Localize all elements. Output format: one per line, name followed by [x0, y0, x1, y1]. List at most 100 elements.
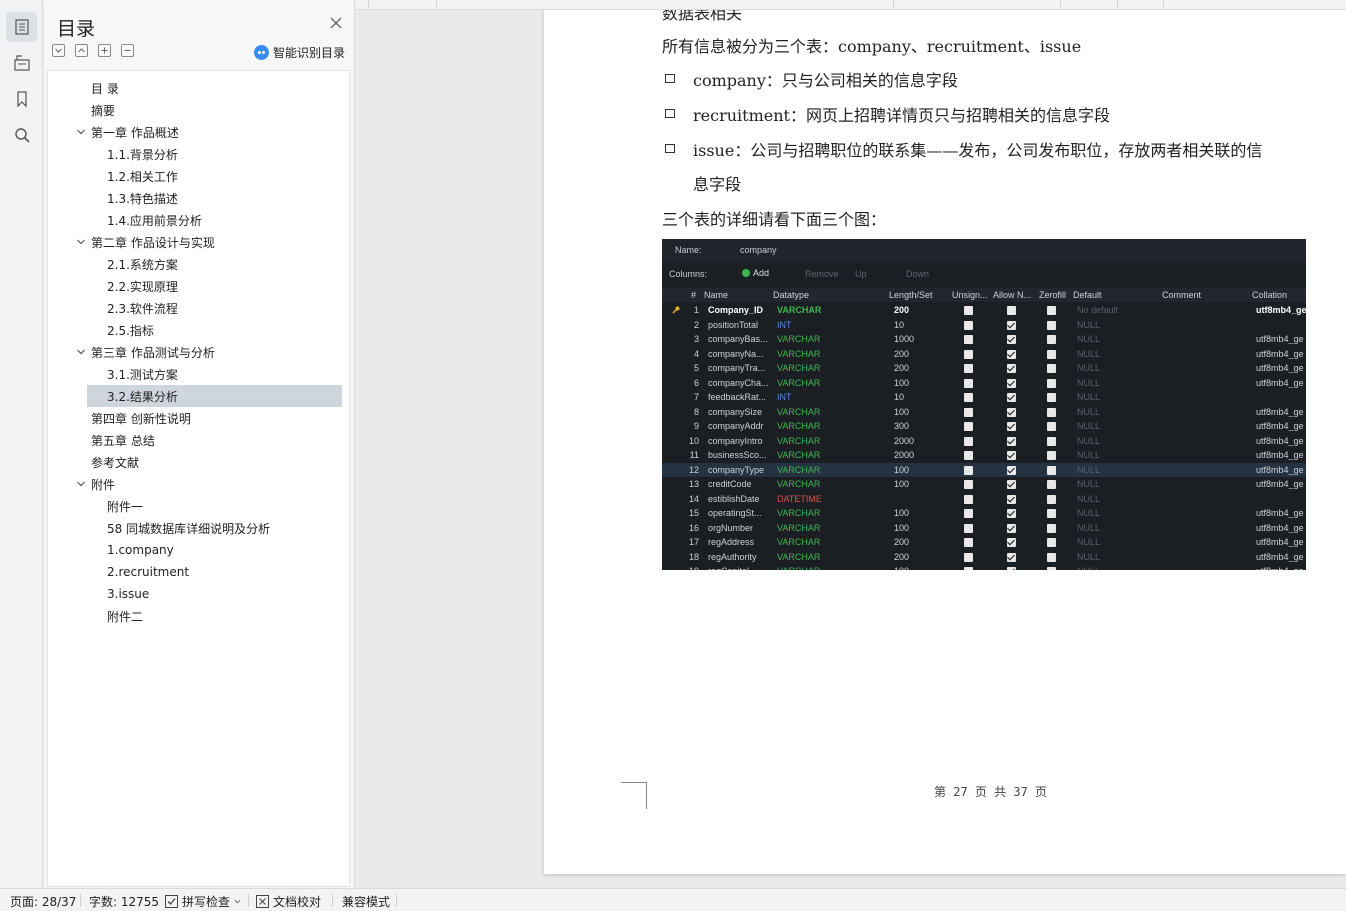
word-count[interactable]: 字数: 12755: [89, 893, 159, 910]
toc-item[interactable]: 1.2.相关工作: [48, 165, 348, 187]
bullet-square-icon: [665, 144, 675, 153]
toc-item[interactable]: 1.1.背景分析: [48, 143, 348, 165]
bullet-square-icon: [665, 74, 675, 83]
toc-item[interactable]: 第三章 作品测试与分析: [48, 341, 348, 363]
collapse-down-icon[interactable]: [52, 44, 65, 57]
db-cell-name: regAuthority: [708, 551, 757, 562]
primary-key-icon: [672, 306, 680, 314]
db-header: Default: [1073, 290, 1102, 300]
db-up-button: Up: [855, 269, 867, 279]
toc-item[interactable]: 摘要: [48, 99, 348, 121]
smart-toc-button[interactable]: 智能识别目录: [254, 44, 345, 61]
toc-item[interactable]: 1.4.应用前景分析: [48, 209, 348, 231]
chevron-down-icon: [234, 899, 241, 904]
collapse-minus-icon[interactable]: [121, 44, 134, 57]
search-icon[interactable]: [6, 120, 37, 150]
db-add-button: Add: [742, 268, 769, 278]
checkbox-checked-icon: [1007, 393, 1016, 402]
checkbox-icon: [964, 465, 973, 475]
toc-item[interactable]: 3.1.测试方案: [48, 363, 348, 385]
toc-item-label: 58 同城数据库详细说明及分析: [107, 521, 271, 536]
checkbox-icon: [964, 378, 973, 388]
toc-item[interactable]: 附件: [48, 473, 348, 495]
toc-item[interactable]: 2.recruitment: [48, 561, 348, 583]
toc-title: 目录: [57, 18, 96, 40]
db-table-row: 14 estiblishDate DATETIME NULL: [662, 492, 1306, 507]
toc-item[interactable]: 2.1.系统方案: [48, 253, 348, 275]
chevron-down-icon[interactable]: [76, 237, 86, 247]
db-table-row: 8 companySize VARCHAR 100 NULL utf8mb4_ge: [662, 405, 1306, 420]
toc-item[interactable]: 附件一: [48, 495, 348, 517]
toc-item[interactable]: 1.company: [48, 539, 348, 561]
toc-item[interactable]: 第一章 作品概述: [48, 121, 348, 143]
toc-item[interactable]: 3.issue: [48, 583, 348, 605]
bookmark-icon[interactable]: [6, 84, 37, 114]
spell-check-button[interactable]: 拼写检查: [165, 893, 241, 910]
db-cell-type: INT: [777, 392, 792, 402]
toc-item-label: 1.4.应用前景分析: [107, 213, 202, 228]
db-cell-name: companyBas...: [708, 334, 768, 344]
db-cell-index: 5: [693, 363, 699, 373]
toc-list: 目 录摘要 第一章 作品概述 1.1.背景分析 1.2.相关工作 1.3.特色描述 1.4…: [47, 70, 350, 887]
checkbox-icon: [1047, 407, 1056, 417]
db-table-row: 2 positionTotal INT 10 NULL: [662, 318, 1306, 333]
db-cell-length: 200: [894, 363, 910, 373]
db-cell-index: 12: [688, 464, 699, 475]
checkbox-checked-icon: [1007, 509, 1016, 518]
toc-item[interactable]: 第二章 作品设计与实现: [48, 231, 348, 253]
db-cell-name: estiblishDate: [708, 493, 760, 504]
db-table-row: 10 companyIntro VARCHAR 2000 NULL utf8mb4_ge: [662, 434, 1306, 449]
toc-item[interactable]: 2.2.实现原理: [48, 275, 348, 297]
db-remove-button: Remove: [805, 269, 839, 279]
close-icon[interactable]: [329, 16, 343, 30]
db-cell-index: 7: [693, 392, 699, 402]
chevron-down-icon[interactable]: [76, 127, 86, 137]
toc-item[interactable]: 目 录: [48, 77, 348, 99]
checkbox-checked-icon: [1007, 552, 1016, 562]
chevron-down-icon[interactable]: [76, 479, 86, 489]
toc-item[interactable]: 附件二: [48, 605, 348, 627]
toc-icon[interactable]: [6, 12, 37, 42]
db-cell-type: VARCHAR: [777, 479, 821, 489]
db-header: Unsign...: [952, 290, 988, 300]
toc-item[interactable]: 58 同城数据库详细说明及分析: [48, 517, 348, 539]
toc-item[interactable]: 参考文献: [48, 451, 348, 473]
compat-mode[interactable]: 兼容模式: [342, 893, 390, 910]
checkbox-icon: [964, 567, 973, 570]
bullet-company: company：只与公司相关的信息字段: [693, 71, 958, 90]
db-table-row: 9 companyAddr VARCHAR 300 NULL utf8mb4_ge: [662, 419, 1306, 434]
db-cell-name: operatingSt...: [708, 508, 762, 518]
db-cell-name: regAddress: [708, 537, 755, 547]
expand-plus-icon[interactable]: [98, 44, 111, 57]
db-cell-default: NULL: [1077, 450, 1101, 460]
toc-item[interactable]: 2.5.指标: [48, 319, 348, 341]
db-cell-name: companyAddr: [708, 421, 764, 431]
chevron-down-icon[interactable]: [76, 347, 86, 357]
smart-toc-label: 智能识别目录: [273, 46, 346, 60]
checkbox-icon: [964, 436, 973, 446]
db-cell-default: NULL: [1077, 508, 1101, 518]
checkbox-icon: [1047, 349, 1056, 359]
db-cell-name: companyCha...: [708, 377, 769, 388]
db-cell-length: 10: [894, 319, 905, 330]
page-indicator[interactable]: 页面: 28/37: [10, 893, 76, 910]
db-cell-type: VARCHAR: [777, 406, 821, 417]
collapse-up-icon[interactable]: [75, 44, 88, 57]
db-table-row: 12 companyType VARCHAR 100 NULL utf8mb4_ge: [662, 462, 1306, 477]
toc-item[interactable]: 2.3.软件流程: [48, 297, 348, 319]
add-icon: [742, 269, 750, 277]
db-cell-collation: utf8mb4_ge: [1256, 479, 1304, 489]
toc-item-label: 第二章 作品设计与实现: [91, 235, 215, 250]
toc-item-label: 2.1.系统方案: [107, 257, 178, 272]
toc-item[interactable]: 第五章 总结: [48, 429, 348, 451]
db-cell-length: 200: [894, 348, 910, 359]
db-cell-default: NULL: [1077, 493, 1101, 504]
db-cell-collation: utf8mb4_ge: [1256, 566, 1304, 570]
doc-proofread-button[interactable]: 文档校对: [256, 893, 321, 910]
toc-item[interactable]: 3.2.结果分析: [48, 385, 348, 407]
db-cell-default: NULL: [1077, 421, 1101, 431]
toc-item[interactable]: 第四章 创新性说明: [48, 407, 348, 429]
structure-icon[interactable]: [6, 48, 37, 78]
toc-item[interactable]: 1.3.特色描述: [48, 187, 348, 209]
db-columns-label: Columns:: [669, 269, 708, 279]
